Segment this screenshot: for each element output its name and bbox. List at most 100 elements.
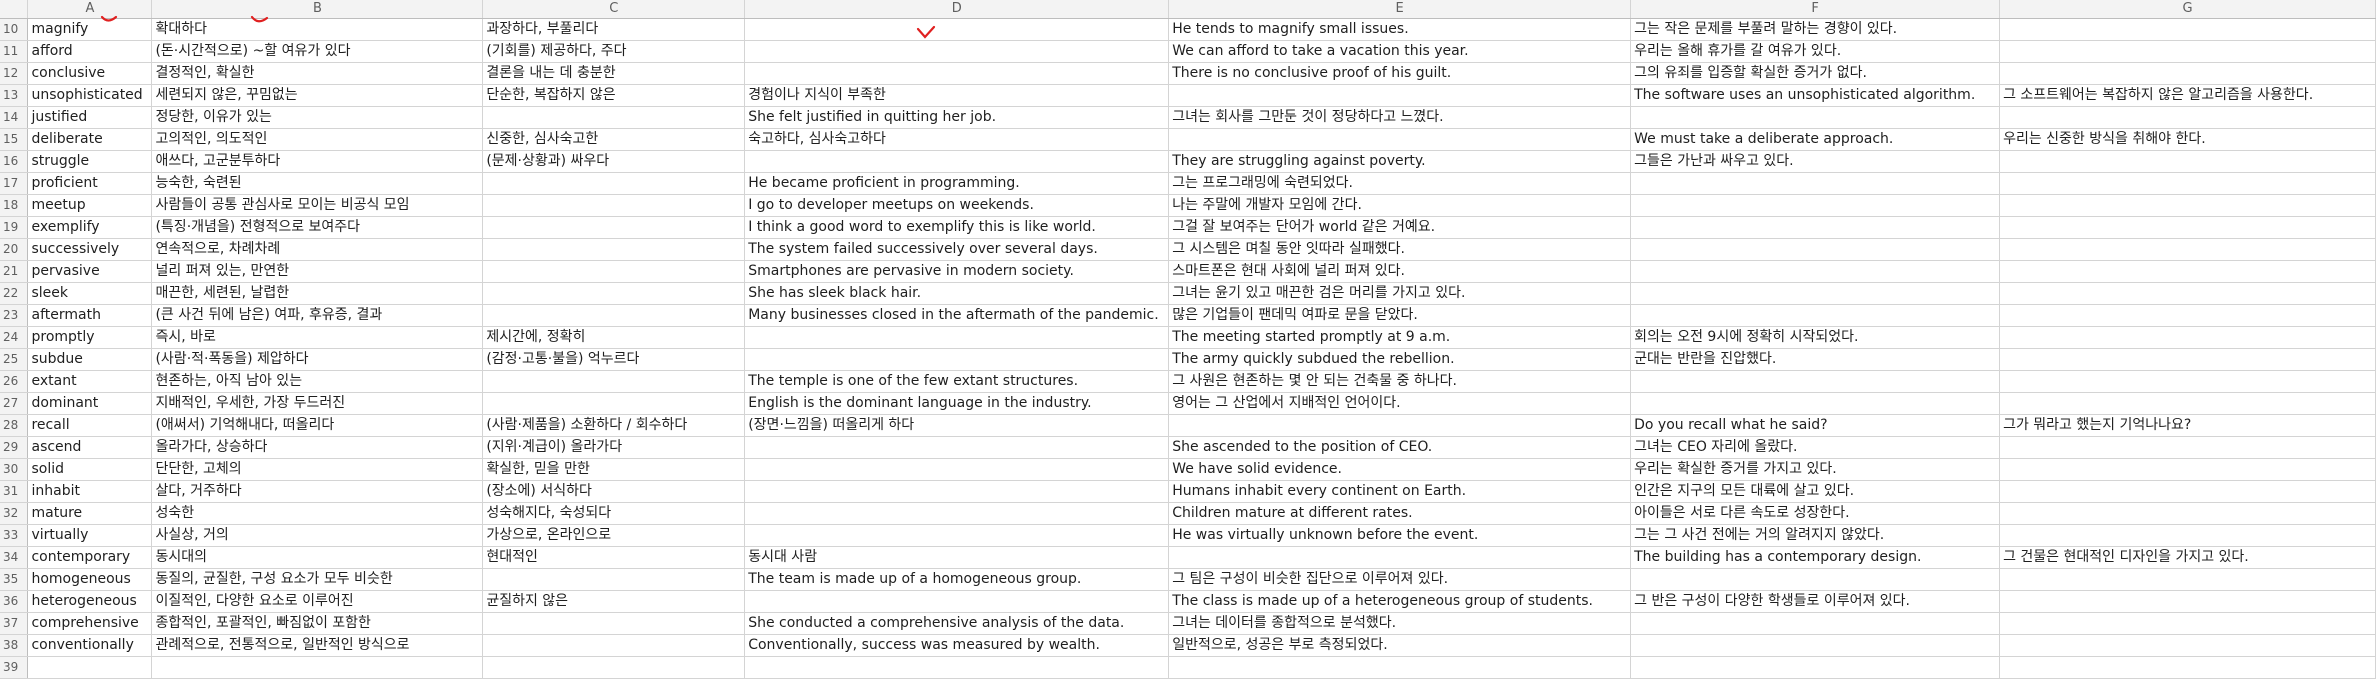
cell-a[interactable]: unsophisticated	[27, 84, 153, 107]
cell-d[interactable]: 숙고하다, 심사숙고하다	[744, 128, 1170, 151]
cell-g[interactable]	[1999, 326, 2376, 349]
cell-g[interactable]	[1999, 502, 2376, 525]
row-header[interactable]: 26	[0, 370, 29, 393]
cell-d[interactable]: 동시대 사람	[744, 546, 1170, 569]
cell-c[interactable]: 균질하지 않은	[482, 590, 746, 613]
cell-d[interactable]	[744, 502, 1170, 525]
cell-e[interactable]: The army quickly subdued the rebellion.	[1168, 348, 1632, 371]
row-header[interactable]: 27	[0, 392, 29, 415]
cell-f[interactable]: 아이들은 서로 다른 속도로 성장한다.	[1630, 502, 2001, 525]
cell-b[interactable]: 확대하다	[151, 18, 484, 41]
cell-g[interactable]	[1999, 62, 2376, 85]
cell-b[interactable]: (돈·시간적으로) ~할 여유가 있다	[151, 40, 484, 63]
cell-a[interactable]: meetup	[27, 194, 153, 217]
cell-f[interactable]: Do you recall what he said?	[1630, 414, 2001, 437]
column-header-d[interactable]: D	[744, 0, 1170, 19]
cell-f[interactable]	[1630, 568, 2001, 591]
cell-f[interactable]	[1630, 260, 2001, 283]
row-header[interactable]: 30	[0, 458, 29, 481]
cell-d[interactable]	[744, 40, 1170, 63]
row-header[interactable]: 24	[0, 326, 29, 349]
cell-g[interactable]	[1999, 436, 2376, 459]
cell-d[interactable]	[744, 62, 1170, 85]
cell-b[interactable]: 종합적인, 포괄적인, 빠짐없이 포함한	[151, 612, 484, 635]
cell-f[interactable]: 그들은 가난과 싸우고 있다.	[1630, 150, 2001, 173]
cell-e[interactable]: 그녀는 데이터를 종합적으로 분석했다.	[1168, 612, 1632, 635]
cell-a[interactable]: conclusive	[27, 62, 153, 85]
cell-c[interactable]: (기회를) 제공하다, 주다	[482, 40, 746, 63]
cell-c[interactable]: (지위·계급이) 올라가다	[482, 436, 746, 459]
cell-e[interactable]	[1168, 128, 1632, 151]
cell-g[interactable]: 우리는 신중한 방식을 취해야 한다.	[1999, 128, 2376, 151]
cell-d[interactable]: Smartphones are pervasive in modern soci…	[744, 260, 1170, 283]
cell-a[interactable]: deliberate	[27, 128, 153, 151]
cell-a[interactable]: sleek	[27, 282, 153, 305]
cell-f[interactable]: 인간은 지구의 모든 대륙에 살고 있다.	[1630, 480, 2001, 503]
cell-f[interactable]	[1630, 194, 2001, 217]
cell-f[interactable]	[1630, 656, 2001, 679]
cell-c[interactable]	[482, 612, 746, 635]
cell-e[interactable]: 그 팀은 구성이 비슷한 집단으로 이루어져 있다.	[1168, 568, 1632, 591]
cell-d[interactable]: (장면·느낌을) 떠올리게 하다	[744, 414, 1170, 437]
cell-a[interactable]	[27, 656, 153, 679]
cell-b[interactable]: 결정적인, 확실한	[151, 62, 484, 85]
cell-e[interactable]: He was virtually unknown before the even…	[1168, 524, 1632, 547]
cell-c[interactable]: 결론을 내는 데 충분한	[482, 62, 746, 85]
cell-f[interactable]	[1630, 612, 2001, 635]
row-header[interactable]: 39	[0, 656, 29, 679]
cell-f[interactable]: 그 반은 구성이 다양한 학생들로 이루어져 있다.	[1630, 590, 2001, 613]
cell-d[interactable]: The team is made up of a homogeneous gro…	[744, 568, 1170, 591]
row-header[interactable]: 17	[0, 172, 29, 195]
cell-f[interactable]: We must take a deliberate approach.	[1630, 128, 2001, 151]
cell-c[interactable]: 현대적인	[482, 546, 746, 569]
cell-b[interactable]: 동질의, 균질한, 구성 요소가 모두 비슷한	[151, 568, 484, 591]
cell-c[interactable]: (장소에) 서식하다	[482, 480, 746, 503]
cell-a[interactable]: conventionally	[27, 634, 153, 657]
cell-d[interactable]	[744, 18, 1170, 41]
row-header[interactable]: 23	[0, 304, 29, 327]
row-header[interactable]: 32	[0, 502, 29, 525]
cell-c[interactable]: 단순한, 복잡하지 않은	[482, 84, 746, 107]
cell-e[interactable]: The class is made up of a heterogeneous …	[1168, 590, 1632, 613]
cell-c[interactable]: 제시간에, 정확히	[482, 326, 746, 349]
cell-e[interactable]: Humans inhabit every continent on Earth.	[1168, 480, 1632, 503]
cell-g[interactable]	[1999, 40, 2376, 63]
cell-b[interactable]: 현존하는, 아직 남아 있는	[151, 370, 484, 393]
cell-g[interactable]	[1999, 106, 2376, 129]
row-header[interactable]: 12	[0, 62, 29, 85]
cell-b[interactable]: 올라가다, 상승하다	[151, 436, 484, 459]
cell-e[interactable]	[1168, 414, 1632, 437]
cell-b[interactable]: 애쓰다, 고군분투하다	[151, 150, 484, 173]
cell-d[interactable]: The system failed successively over seve…	[744, 238, 1170, 261]
cell-b[interactable]: 지배적인, 우세한, 가장 두드러진	[151, 392, 484, 415]
column-header-f[interactable]: F	[1630, 0, 2001, 19]
cell-g[interactable]	[1999, 150, 2376, 173]
cell-f[interactable]: The building has a contemporary design.	[1630, 546, 2001, 569]
cell-c[interactable]	[482, 370, 746, 393]
cell-d[interactable]: Many businesses closed in the aftermath …	[744, 304, 1170, 327]
cell-f[interactable]: 그녀는 CEO 자리에 올랐다.	[1630, 436, 2001, 459]
cell-f[interactable]	[1630, 634, 2001, 657]
cell-d[interactable]: She felt justified in quitting her job.	[744, 106, 1170, 129]
cell-c[interactable]: 확실한, 믿을 만한	[482, 458, 746, 481]
cell-d[interactable]	[744, 436, 1170, 459]
cell-g[interactable]	[1999, 194, 2376, 217]
cell-f[interactable]	[1630, 370, 2001, 393]
cell-d[interactable]: She has sleek black hair.	[744, 282, 1170, 305]
cell-e[interactable]: 나는 주말에 개발자 모임에 간다.	[1168, 194, 1632, 217]
cell-a[interactable]: aftermath	[27, 304, 153, 327]
cell-e[interactable]: We can afford to take a vacation this ye…	[1168, 40, 1632, 63]
cell-d[interactable]	[744, 480, 1170, 503]
cell-f[interactable]: 그는 그 사건 전에는 거의 알려지지 않았다.	[1630, 524, 2001, 547]
cell-c[interactable]: (문제·상황과) 싸우다	[482, 150, 746, 173]
cell-g[interactable]: 그 건물은 현대적인 디자인을 가지고 있다.	[1999, 546, 2376, 569]
column-header-c[interactable]: C	[482, 0, 746, 19]
cell-g[interactable]	[1999, 612, 2376, 635]
cell-a[interactable]: subdue	[27, 348, 153, 371]
row-header[interactable]: 10	[0, 18, 29, 41]
cell-f[interactable]	[1630, 216, 2001, 239]
cell-f[interactable]	[1630, 106, 2001, 129]
cell-f[interactable]: 우리는 확실한 증거를 가지고 있다.	[1630, 458, 2001, 481]
cell-g[interactable]	[1999, 656, 2376, 679]
cell-g[interactable]	[1999, 238, 2376, 261]
